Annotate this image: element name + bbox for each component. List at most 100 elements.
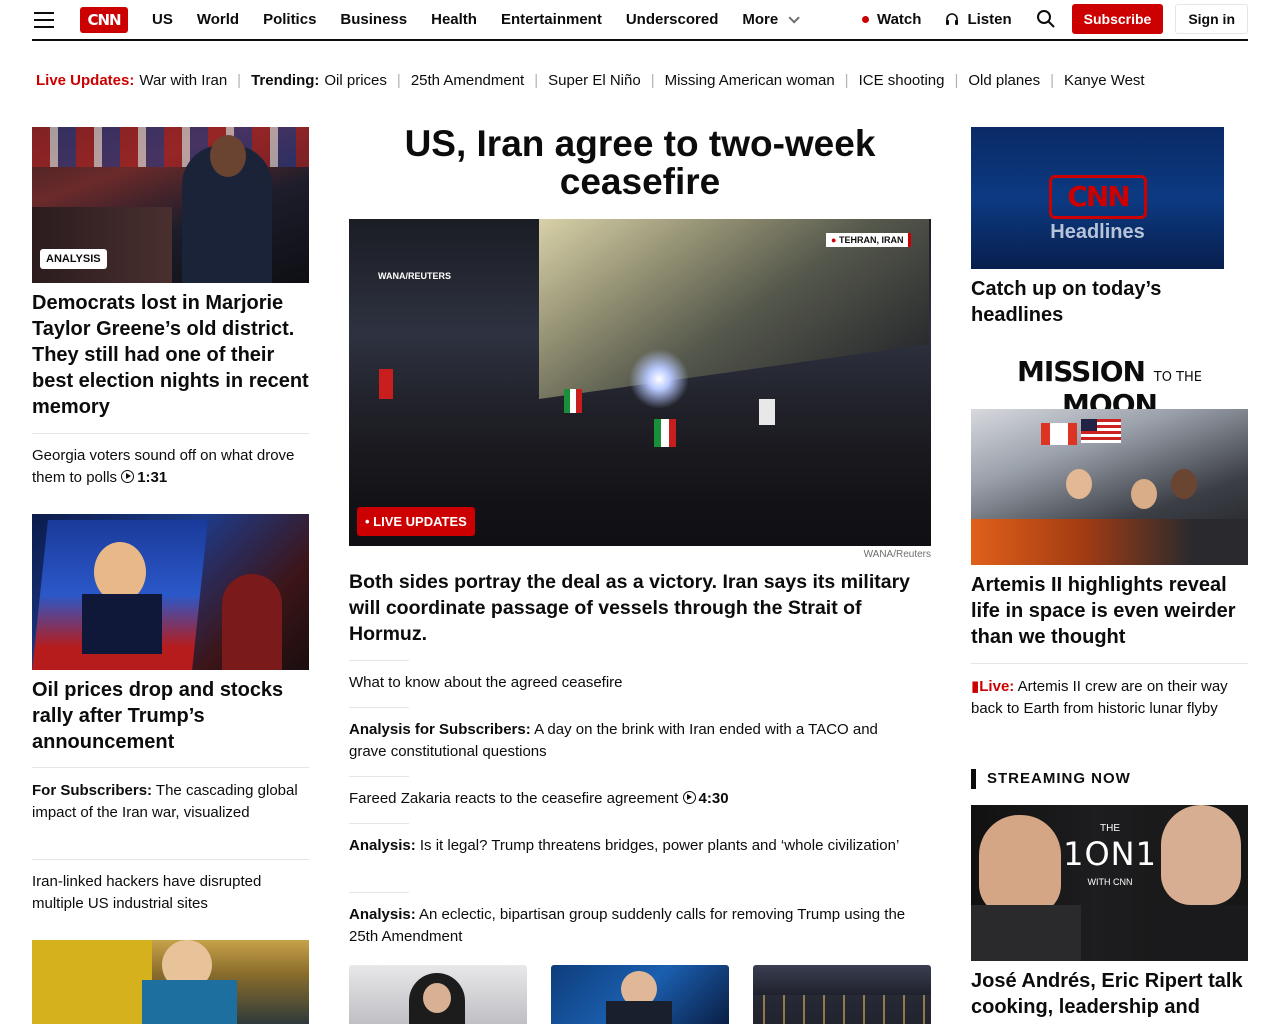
streaming-now-heading: STREAMING NOW xyxy=(971,769,1131,789)
oil-prices-image[interactable] xyxy=(32,514,309,670)
link-is-it-legal-text: Is it legal? Trump threatens bridges, po… xyxy=(415,837,900,854)
divider xyxy=(349,892,409,893)
link-day-on-brink[interactable]: Analysis for Subscribers: A day on the b… xyxy=(349,719,909,763)
thumbnail-city-night[interactable] xyxy=(753,965,931,1024)
trending-bar: Live Updates: War with Iran | Trending: … xyxy=(36,72,1248,89)
listen-label: Listen xyxy=(967,10,1012,28)
cnn-headlines-logo: CNN xyxy=(1049,175,1147,219)
analysis-badge: ANALYSIS xyxy=(40,249,107,269)
live-updates-badge[interactable]: • LIVE UPDATES xyxy=(357,507,475,536)
tehran-celebration-image[interactable] xyxy=(349,219,931,546)
headphones-icon xyxy=(946,13,959,25)
headlines-video-thumbnail[interactable]: CNN Headlines xyxy=(971,127,1224,269)
nav-underscored[interactable]: Underscored xyxy=(626,11,719,28)
trending-link-war-with-iran[interactable]: War with Iran xyxy=(139,72,227,89)
divider xyxy=(32,859,309,860)
trending-link[interactable]: Missing American woman xyxy=(665,72,835,89)
subscribe-button[interactable]: Subscribe xyxy=(1071,4,1164,34)
headlines-title: Headlines xyxy=(1050,221,1145,243)
nav-business[interactable]: Business xyxy=(340,11,407,28)
trending-link[interactable]: Kanye West xyxy=(1064,72,1145,89)
chevron-down-icon xyxy=(788,11,800,24)
photo-credit: WANA/Reuters xyxy=(863,549,931,560)
separator: | xyxy=(844,72,849,89)
thumbnail-woman[interactable] xyxy=(349,965,527,1024)
analysis-label: Analysis: xyxy=(349,906,416,923)
show-title: 1ON1 xyxy=(1063,835,1157,873)
nav-politics[interactable]: Politics xyxy=(263,11,316,28)
divider xyxy=(349,660,409,661)
location-pin-icon: ● xyxy=(831,235,837,245)
link-fareed-zakaria-text: Fareed Zakaria reacts to the ceasefire a… xyxy=(349,790,679,807)
analysis-subscribers-label: Analysis for Subscribers: xyxy=(349,721,531,738)
nav-entertainment[interactable]: Entertainment xyxy=(501,11,602,28)
separator: | xyxy=(237,72,242,89)
main-nav: US World Politics Business Health Entert… xyxy=(152,11,820,28)
missing-woman-image[interactable] xyxy=(32,940,309,1024)
trending-label: Trending: xyxy=(251,72,320,89)
sign-in-button[interactable]: Sign in xyxy=(1175,4,1248,34)
link-25th-amendment[interactable]: Analysis: An eclectic, bipartisan group … xyxy=(349,904,909,948)
live-label: Live: xyxy=(979,678,1015,695)
one-on-one-video-thumbnail[interactable]: THE 1ON1 WITH CNN xyxy=(971,805,1248,961)
headline-catch-up[interactable]: Catch up on today’s headlines xyxy=(971,276,1248,328)
link-georgia-voters[interactable]: Georgia voters sound off on what drove t… xyxy=(32,445,309,489)
headline-artemis-highlights[interactable]: Artemis II highlights reveal life in spa… xyxy=(971,572,1248,650)
separator: | xyxy=(1050,72,1054,89)
nav-us[interactable]: US xyxy=(152,11,173,28)
video-duration: 4:30 xyxy=(698,790,729,807)
nav-world[interactable]: World xyxy=(197,11,239,28)
separator: | xyxy=(954,72,959,89)
watch-button[interactable]: Watch xyxy=(861,10,922,28)
trending-link[interactable]: 25th Amendment xyxy=(411,72,524,89)
subscribers-label: For Subscribers: xyxy=(32,782,153,799)
thumbnail-anchor[interactable] xyxy=(551,965,729,1024)
image-watermark: WANA/REUTERS xyxy=(378,271,452,281)
live-dot-icon xyxy=(861,15,869,23)
site-header: CNN US World Politics Business Health En… xyxy=(32,0,1248,41)
nav-health[interactable]: Health xyxy=(431,11,477,28)
live-updates-label: Live Updates: xyxy=(36,72,135,89)
separator: | xyxy=(650,72,655,89)
link-is-it-legal[interactable]: Analysis: Is it legal? Trump threatens b… xyxy=(349,835,919,857)
nav-more[interactable]: More xyxy=(742,11,800,28)
headline-jose-andres[interactable]: José Andrés, Eric Ripert talk cooking, l… xyxy=(971,968,1248,1020)
divider xyxy=(32,433,309,434)
divider xyxy=(349,707,409,708)
play-icon xyxy=(682,791,696,804)
link-25th-amendment-text: An eclectic, bipartisan group suddenly c… xyxy=(349,906,906,945)
watch-label: Watch xyxy=(876,10,922,28)
link-what-to-know[interactable]: What to know about the agreed ceasefire xyxy=(349,672,931,694)
analysis-label: Analysis: xyxy=(349,837,416,854)
link-artemis-live[interactable]: ▮Live: Artemis II crew are on their way … xyxy=(971,676,1248,720)
divider xyxy=(32,767,309,768)
main-headline[interactable]: US, Iran agree to two-week ceasefire xyxy=(349,125,931,201)
show-with-cnn: WITH CNN xyxy=(1087,877,1133,887)
mission-word: MISSION xyxy=(1016,355,1146,388)
location-label: TEHRAN, IRAN xyxy=(838,235,904,245)
divider xyxy=(349,776,409,777)
trending-link[interactable]: Oil prices xyxy=(324,72,387,89)
search-icon[interactable] xyxy=(1036,9,1056,29)
cnn-logo[interactable]: CNN xyxy=(80,6,128,33)
divider xyxy=(971,663,1248,664)
headline-georgia[interactable]: Democrats lost in Marjorie Taylor Greene… xyxy=(32,290,309,420)
play-icon xyxy=(121,470,135,483)
headline-oil-prices[interactable]: Oil prices drop and stocks rally after T… xyxy=(32,677,309,755)
to-the-word: TO THE xyxy=(1153,370,1202,385)
divider xyxy=(349,823,409,824)
location-tag: ● TEHRAN, IRAN xyxy=(826,233,912,247)
separator: | xyxy=(534,72,539,89)
listen-button[interactable]: Listen xyxy=(945,10,1012,28)
artemis-crew-image[interactable] xyxy=(971,409,1248,565)
trending-link[interactable]: Old planes xyxy=(968,72,1040,89)
show-the: THE xyxy=(1100,823,1120,834)
link-cascading-impact[interactable]: For Subscribers: The cascading global im… xyxy=(32,780,309,824)
menu-icon[interactable] xyxy=(34,11,54,28)
video-duration: 1:31 xyxy=(137,469,168,486)
main-subhead[interactable]: Both sides portray the deal as a victory… xyxy=(349,569,931,647)
trending-link[interactable]: ICE shooting xyxy=(859,72,945,89)
trending-link[interactable]: Super El Niño xyxy=(548,72,641,89)
link-fareed-zakaria[interactable]: Fareed Zakaria reacts to the ceasefire a… xyxy=(349,788,931,810)
link-iran-hackers[interactable]: Iran-linked hackers have disrupted multi… xyxy=(32,871,309,915)
